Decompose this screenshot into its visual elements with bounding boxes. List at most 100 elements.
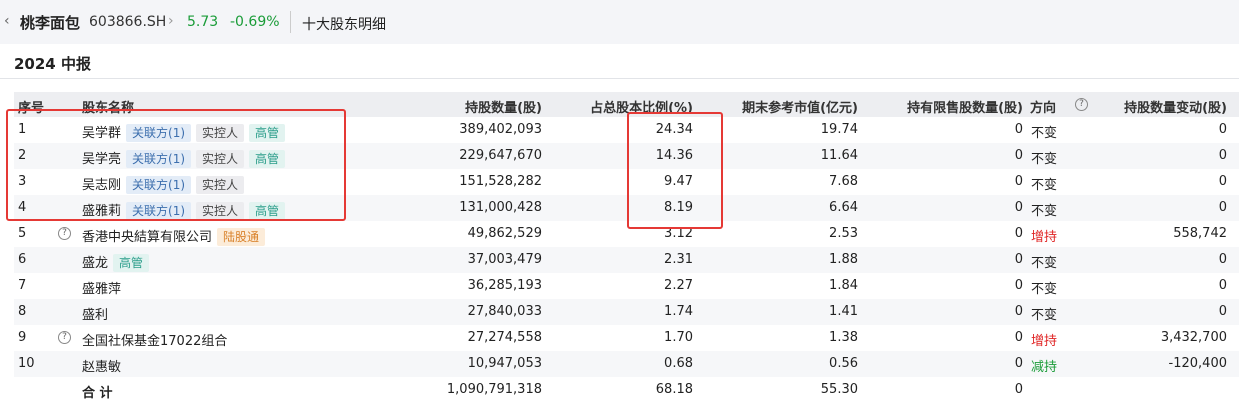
table-row[interactable]: 7 盛雅萍 36,285,193 2.27 1.84 0 不变 0 (14, 273, 1239, 299)
shares: 131,000,428 (459, 200, 542, 215)
col-restricted[interactable]: 持有限售股数量(股) (907, 97, 1023, 116)
percent: 0.68 (664, 356, 693, 371)
share-change: 0 (1218, 148, 1227, 163)
holder-name-text: 盛雅萍 (82, 282, 122, 297)
col-change[interactable]: 持股数量变动(股) (1124, 97, 1227, 116)
percent: 1.74 (664, 304, 693, 319)
stock-price: 5.73 (187, 14, 219, 30)
market-value: 1.38 (829, 330, 858, 345)
holder-name[interactable]: 盛利 (82, 304, 108, 323)
holder-name-text: 香港中央結算有限公司 (82, 230, 213, 245)
row-index: 9 (18, 330, 27, 345)
percent: 2.31 (664, 252, 693, 267)
share-change: 558,742 (1173, 226, 1227, 241)
table-row[interactable]: 9? 全国社保基金17022组合 27,274,558 1.70 1.38 0 增持 3,43… (14, 325, 1239, 351)
share-change: 0 (1218, 252, 1227, 267)
share-change: 0 (1218, 278, 1227, 293)
restricted-shares: 0 (1014, 278, 1023, 293)
info-icon[interactable]: ? (58, 227, 71, 240)
total-label: 合 计 (82, 386, 113, 401)
help-icon[interactable]: ? (1075, 98, 1088, 111)
col-market-value[interactable]: 期末参考市值(亿元) (742, 97, 858, 116)
market-value: 19.74 (820, 122, 858, 137)
direction: 不变 (1031, 308, 1058, 323)
col-shares[interactable]: 持股数量(股) (465, 97, 542, 116)
stock-header: ‹ 桃李面包 603866.SH › 5.73 -0.69% 十大股东明细 (0, 0, 1239, 44)
shares: 151,528,282 (459, 174, 542, 189)
report-period: 2024 中报 (14, 55, 91, 73)
market-value: 1.88 (829, 252, 858, 267)
shares: 37,003,479 (467, 252, 542, 267)
table-row[interactable]: 6 盛龙 高管 37,003,479 2.31 1.88 0 不变 0 (14, 247, 1239, 273)
restricted-shares: 0 (1014, 226, 1023, 241)
row-index: 5 (18, 226, 27, 241)
stock-change: -0.69% (230, 14, 280, 30)
restricted-shares: 0 (1014, 356, 1023, 371)
section-title: 十大股东明细 (302, 17, 386, 33)
holder-tag[interactable]: 陆股通 (217, 228, 266, 246)
direction: 不变 (1031, 126, 1058, 141)
total-percent: 68.18 (655, 382, 693, 397)
restricted-shares: 0 (1014, 174, 1023, 189)
total-row: 合 计 1,090,791,318 68.18 55.30 0 (14, 377, 1239, 403)
info-icon[interactable]: ? (58, 331, 71, 344)
restricted-shares: 0 (1014, 330, 1023, 345)
share-change: -120,400 (1168, 356, 1227, 371)
row-index: 10 (18, 356, 35, 371)
direction: 不变 (1031, 178, 1058, 193)
direction: 不变 (1031, 152, 1058, 167)
shares: 27,840,033 (467, 304, 542, 319)
direction: 增持 (1031, 230, 1058, 245)
holder-name[interactable]: 香港中央結算有限公司 陆股通 (82, 226, 266, 246)
table-row[interactable]: 10 赵惠敏 10,947,053 0.68 0.56 0 减持 -120,400 (14, 351, 1239, 377)
percent: 2.27 (664, 278, 693, 293)
stock-code: 603866.SH (89, 14, 167, 30)
share-change: 0 (1218, 174, 1227, 189)
divider (0, 78, 1239, 79)
market-value: 2.53 (829, 226, 858, 241)
shares: 389,402,093 (459, 122, 542, 137)
shares: 27,274,558 (467, 330, 542, 345)
table-row[interactable]: 8 盛利 27,840,033 1.74 1.41 0 不变 0 (14, 299, 1239, 325)
shareholder-panel: 2024 中报 序号 股东名称 持股数量(股) 占总股本比例(%) 期末参考市值… (0, 44, 1239, 404)
restricted-shares: 0 (1014, 200, 1023, 215)
market-value: 1.84 (829, 278, 858, 293)
share-change: 0 (1218, 200, 1227, 215)
holder-name-text: 全国社保基金17022组合 (82, 334, 228, 349)
chevron-right-icon[interactable]: › (168, 13, 174, 29)
market-value: 11.64 (820, 148, 858, 163)
restricted-shares: 0 (1014, 252, 1023, 267)
shares: 10,947,053 (467, 356, 542, 371)
market-value: 0.56 (829, 356, 858, 371)
holder-name-text: 赵惠敏 (82, 360, 122, 375)
direction: 不变 (1031, 204, 1058, 219)
restricted-shares: 0 (1014, 304, 1023, 319)
holder-name[interactable]: 赵惠敏 (82, 356, 121, 375)
share-change: 0 (1218, 122, 1227, 137)
total-market-value: 55.30 (820, 382, 858, 397)
holder-name[interactable]: 盛龙 高管 (82, 252, 150, 272)
row-index: 6 (18, 252, 27, 267)
total-shares: 1,090,791,318 (446, 382, 542, 397)
header-divider (290, 11, 291, 33)
holder-name[interactable]: 盛雅萍 (82, 278, 121, 297)
market-value: 7.68 (829, 174, 858, 189)
row-index: 8 (18, 304, 27, 319)
market-value: 6.64 (829, 200, 858, 215)
shares: 36,285,193 (467, 278, 542, 293)
shares: 49,862,529 (467, 226, 542, 241)
holder-name[interactable]: 全国社保基金17022组合 (82, 330, 227, 349)
stock-name: 桃李面包 (20, 14, 81, 32)
holder-name-text: 盛龙 (82, 256, 109, 271)
direction: 不变 (1031, 282, 1058, 297)
back-icon[interactable]: ‹ (4, 13, 10, 29)
restricted-shares: 0 (1014, 148, 1023, 163)
percent: 1.70 (664, 330, 693, 345)
direction: 增持 (1031, 334, 1058, 349)
share-change: 0 (1218, 304, 1227, 319)
holder-name-text: 盛利 (82, 308, 109, 323)
holder-tag[interactable]: 高管 (113, 254, 150, 272)
direction: 不变 (1031, 256, 1058, 271)
col-direction: 方向 (1030, 101, 1057, 116)
shares: 229,647,670 (459, 148, 542, 163)
